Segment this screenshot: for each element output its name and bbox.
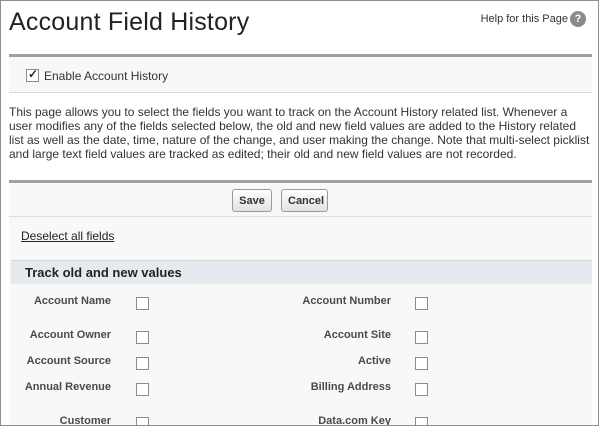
field-label-active: Active [357,355,391,367]
field-checkbox-billing-address[interactable] [415,383,428,396]
cancel-button[interactable]: Cancel [281,189,328,212]
field-checkbox-account-source[interactable] [136,357,149,370]
field-label-billing-address: Billing Address [310,381,391,393]
help-link[interactable]: Help for this Page [481,13,568,25]
enable-history-panel: Enable Account History [9,54,592,93]
field-label-datacom-key: Data.com Key [318,415,391,426]
section-header: Track old and new values [11,260,592,284]
field-label-annual-revenue: Annual Revenue [24,381,111,393]
field-label-account-site: Account Site [323,329,391,341]
page-description: This page allows you to select the field… [9,105,590,161]
help-icon[interactable]: ? [570,11,586,27]
field-checkbox-account-site[interactable] [415,331,428,344]
field-label-account-number: Account Number [302,295,391,307]
page-title: Account Field History [9,8,250,36]
enable-history-checkbox[interactable] [26,67,39,82]
field-checkbox-annual-revenue[interactable] [136,383,149,396]
window-frame: Account Field History Help for this Page… [0,0,599,426]
enable-history-label: Enable Account History [44,69,169,83]
field-label-account-source: Account Source [26,355,111,367]
field-tracking-form: Save Cancel Deselect all fields Track ol… [9,180,592,426]
field-checkbox-account-number[interactable] [415,297,428,310]
field-label-account-owner: Account Owner [29,329,111,341]
field-checkbox-account-name[interactable] [136,297,149,310]
field-checkbox-datacom-key[interactable] [415,417,428,425]
button-row: Save Cancel [9,183,592,217]
field-checkbox-account-owner[interactable] [136,331,149,344]
field-label-account-name: Account Name [33,295,111,307]
deselect-all-link[interactable]: Deselect all fields [21,229,114,243]
section-title: Track old and new values [25,265,182,280]
field-checkbox-active[interactable] [415,357,428,370]
field-label-customer: Customer [59,415,111,426]
save-button[interactable]: Save [232,189,272,212]
field-checkbox-customer[interactable] [136,417,149,425]
